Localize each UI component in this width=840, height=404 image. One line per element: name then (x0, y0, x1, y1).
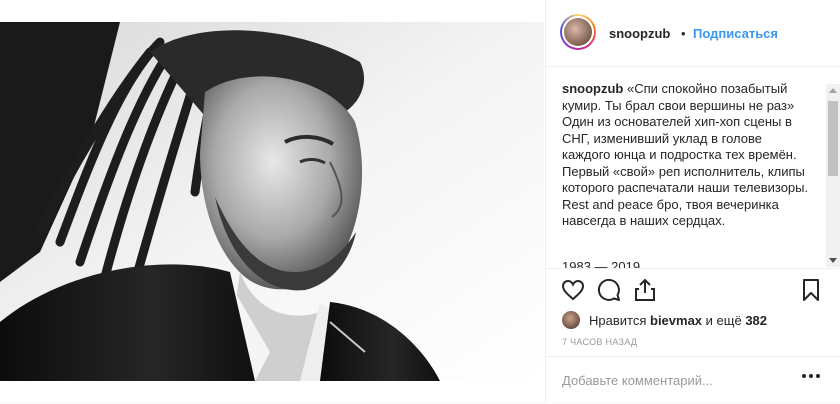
more-options-icon[interactable] (802, 374, 822, 380)
post-side-panel: snoopzub • Подписаться snoopzub «Спи спо… (545, 0, 840, 403)
post-header: snoopzub • Подписаться (546, 0, 840, 67)
comment-box (546, 356, 840, 404)
bookmark-icon[interactable] (798, 277, 824, 303)
caption-scrollbar[interactable] (826, 84, 840, 267)
instagram-post: snoopzub • Подписаться snoopzub «Спи спо… (0, 0, 840, 403)
likes-prefix: Нравится (589, 313, 647, 328)
caption-text: «Спи спокойно позабытый кумир. Ты брал с… (562, 81, 809, 228)
comment-icon[interactable] (596, 277, 622, 303)
header-separator: • (681, 26, 686, 41)
likes-text: Нравится bievmax и ещё 382 (589, 313, 767, 328)
scrollbar-thumb[interactable] (828, 101, 838, 176)
liker-username[interactable]: bievmax (650, 313, 702, 328)
caption-area: snoopzub «Спи спокойно позабытый кумир. … (546, 67, 840, 268)
likes-middle: и ещё (705, 313, 742, 328)
share-icon[interactable] (632, 277, 658, 303)
caption: snoopzub «Спи спокойно позабытый кумир. … (562, 81, 812, 230)
follow-button[interactable]: Подписаться (693, 26, 778, 41)
likes-count[interactable]: 382 (745, 313, 767, 328)
author-avatar[interactable] (560, 14, 596, 50)
comment-input[interactable] (562, 369, 792, 391)
caption-years: 1983 — 2019 (562, 259, 641, 268)
heart-icon[interactable] (560, 277, 586, 303)
author-username[interactable]: snoopzub (609, 26, 670, 41)
liker-avatar[interactable] (562, 311, 580, 329)
scroll-down-arrow-icon[interactable] (829, 258, 837, 263)
post-photo[interactable] (0, 22, 544, 381)
scroll-up-arrow-icon[interactable] (829, 88, 837, 93)
caption-username[interactable]: snoopzub (562, 81, 623, 96)
action-bar (546, 268, 840, 313)
likes-summary: Нравится bievmax и ещё 382 (562, 310, 832, 332)
post-timestamp[interactable]: 7 часов назад (562, 337, 637, 347)
